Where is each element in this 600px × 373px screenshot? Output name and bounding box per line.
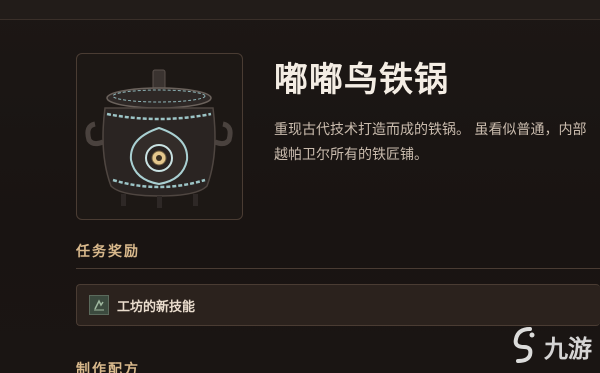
watermark: 九游: [508, 325, 598, 369]
item-title: 嘟嘟鸟铁锅: [274, 60, 449, 100]
reward-item[interactable]: 工坊的新技能: [76, 284, 600, 326]
recipe-section-title: 制作配方: [76, 362, 140, 373]
section-divider: [76, 268, 600, 269]
item-image-frame: [76, 53, 243, 220]
skill-book-icon: [89, 295, 109, 315]
top-bar: [0, 0, 600, 20]
rewards-section-title: 任务奖励: [76, 244, 140, 260]
watermark-text: 九游: [544, 335, 592, 363]
item-description-line: 重现古代技术打造而成的铁锅。 虽看似普通，内部: [274, 122, 587, 138]
iron-pot-icon: [85, 69, 233, 208]
quest-detail-page: 嘟嘟鸟铁锅 重现古代技术打造而成的铁锅。 虽看似普通，内部 越帕卫尔所有的铁匠铺…: [0, 0, 600, 373]
reward-item-label: 工坊的新技能: [117, 300, 196, 315]
jiuyou-logo-icon: [513, 327, 535, 363]
item-description: 重现古代技术打造而成的铁锅。 虽看似普通，内部 越帕卫尔所有的铁匠铺。: [274, 118, 600, 168]
item-description-line: 越帕卫尔所有的铁匠铺。: [274, 147, 428, 163]
